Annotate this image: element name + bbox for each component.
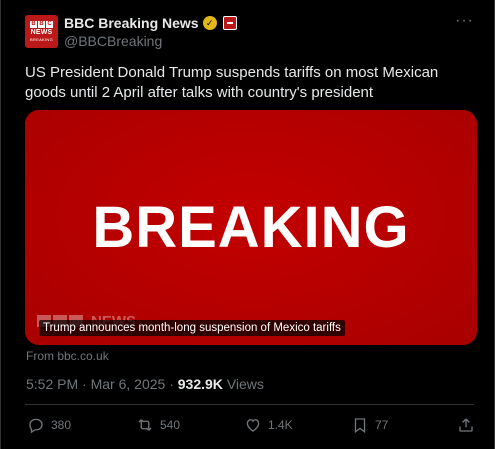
like-count: 1.4K — [268, 418, 293, 432]
tweet-text: US President Donald Trump suspends tarif… — [25, 64, 439, 101]
tweet-meta: 5:52 PM · Mar 6, 2025 · 932.9K Views — [26, 376, 264, 392]
heart-icon — [246, 419, 260, 432]
more-options-icon[interactable]: ··· — [455, 12, 474, 30]
display-name[interactable]: BBC Breaking News — [64, 15, 199, 31]
tweet-date[interactable]: Mar 6, 2025 — [91, 376, 166, 392]
meta-separator: · — [169, 376, 174, 392]
link-source[interactable]: From bbc.co.uk — [26, 349, 109, 363]
share-icon — [459, 418, 473, 432]
views-count: 932.9K — [177, 376, 223, 392]
avatar-news-text: NEWS — [30, 29, 53, 36]
media-card[interactable]: BREAKING NEWS Trump announces month-long… — [25, 110, 477, 345]
divider — [25, 404, 474, 405]
media-headline: BREAKING — [92, 195, 410, 260]
avatar[interactable]: BBC NEWS BREAKING — [25, 15, 58, 48]
author-name-row: BBC Breaking News ✓ — [64, 15, 237, 31]
tweet-card[interactable]: BBC NEWS BREAKING BBC Breaking News ✓ @B… — [0, 0, 495, 449]
reply-button[interactable]: 380 — [27, 416, 71, 434]
views-label: Views — [226, 376, 264, 392]
bookmark-icon — [354, 418, 366, 434]
bookmark-count: 77 — [375, 418, 389, 432]
like-button[interactable]: 1.4K — [244, 416, 293, 434]
affiliate-badge-icon[interactable] — [222, 16, 237, 30]
bbc-logo: BBC — [30, 21, 53, 28]
tweet-time[interactable]: 5:52 PM — [26, 376, 78, 392]
bookmark-button[interactable]: 77 — [351, 416, 388, 434]
media-caption: Trump announces month-long suspension of… — [39, 320, 345, 336]
repost-icon — [138, 419, 152, 431]
avatar-breaking-text: BREAKING — [29, 37, 54, 42]
reply-icon — [29, 418, 43, 434]
meta-separator: · — [82, 376, 87, 392]
verified-badge-icon: ✓ — [202, 16, 217, 30]
share-button[interactable] — [457, 416, 475, 434]
repost-count: 540 — [160, 418, 181, 432]
reply-count: 380 — [51, 418, 72, 432]
handle[interactable]: @BBCBreaking — [64, 33, 162, 49]
repost-button[interactable]: 540 — [136, 416, 180, 434]
